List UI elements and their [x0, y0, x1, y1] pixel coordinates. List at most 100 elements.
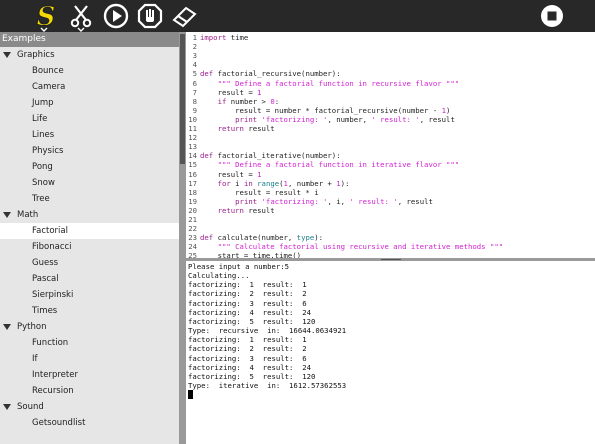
tree-item-getsoundlist[interactable]: Getsoundlist [0, 415, 179, 431]
line-number: 18 [188, 187, 197, 197]
tree-category-label: Sound [17, 402, 44, 412]
expander-triangle-icon[interactable] [3, 404, 11, 410]
tree-item-fibonacci[interactable]: Fibonacci [0, 239, 179, 255]
sidebar-header: Examples [0, 32, 179, 47]
tree-item-sierpinski[interactable]: Sierpinski [0, 287, 179, 303]
tree-item-bounce[interactable]: Bounce [0, 63, 179, 79]
code-line[interactable]: 18 result = result * i [186, 188, 595, 197]
line-number: 9 [192, 105, 197, 115]
expander-triangle-icon[interactable] [3, 324, 11, 330]
tree-item-function[interactable]: Function [0, 335, 179, 351]
console-line: factorizing: 1 result: 1 [188, 335, 307, 345]
splitter-grip[interactable] [381, 259, 401, 260]
line-number: 23 [188, 233, 197, 243]
stop-hand-icon[interactable] [136, 2, 164, 30]
tree-item-camera[interactable]: Camera [0, 79, 179, 95]
code-line[interactable]: 8 if number > 0: [186, 97, 595, 106]
code-text: def factorial_recursive(number): [200, 69, 341, 79]
console-line: Type: iterative in: 1612.57362553 [188, 380, 347, 390]
tree-category-graphics[interactable]: Graphics [0, 47, 179, 63]
code-text: """ Define a factorial function in itera… [217, 160, 460, 170]
console-line: factorizing: 2 result: 2 [188, 289, 307, 299]
sidebar-scrollbar-thumb[interactable] [180, 34, 185, 164]
code-text: result = number * factorial_recursive(nu… [200, 105, 451, 115]
code-editor[interactable]: 1 import time 2 3 4 5 def factorial_recursive(… [186, 32, 595, 258]
line-number: 19 [188, 196, 197, 206]
sugar-s-icon[interactable]: S [32, 2, 60, 30]
line-number: 11 [188, 124, 197, 133]
tree-item-physics[interactable]: Physics [0, 143, 179, 159]
code-line[interactable]: 24 """ Calculate factorial using recursi… [186, 242, 595, 251]
code-text: def factorial_iterative(number): [200, 151, 341, 161]
code-line[interactable]: 6 """ Define a factorial function in rec… [186, 79, 595, 88]
console-line: factorizing: 3 result: 6 [188, 353, 307, 363]
code-line[interactable]: 20 return result [186, 206, 595, 215]
code-line[interactable]: 14 def factorial_iterative(number): [186, 151, 595, 160]
tree-item-if[interactable]: If [0, 351, 179, 367]
tree-category-math[interactable]: Math [0, 207, 179, 223]
line-number: 22 [188, 224, 197, 234]
code-text: start = time.time() [200, 251, 302, 258]
line-number: 17 [188, 178, 197, 188]
code-line[interactable]: 10 print 'factorizing: ', number, ' resu… [186, 115, 595, 124]
code-line[interactable]: 11 return result [186, 124, 595, 133]
console-output[interactable]: Please input a number:5 Calculating... fac… [186, 261, 595, 444]
code-line[interactable]: 22 [186, 224, 595, 233]
tree-item-factorial[interactable]: Factorial [0, 223, 179, 239]
tree-item-snow[interactable]: Snow [0, 175, 179, 191]
code-line[interactable]: 7 result = 1 [186, 88, 595, 97]
code-line[interactable]: 9 result = number * factorial_recursive(… [186, 106, 595, 115]
code-text: print 'factorizing: ', number, ' result:… [235, 114, 455, 124]
code-line[interactable]: 2 [186, 42, 595, 51]
code-line[interactable]: 15 """ Define a factorial function in it… [186, 160, 595, 169]
text-cursor [188, 390, 193, 400]
tree-item-recursion[interactable]: Recursion [0, 383, 179, 399]
expander-triangle-icon[interactable] [3, 212, 11, 218]
tree-item-pong[interactable]: Pong [0, 159, 179, 175]
tree-item-times[interactable]: Times [0, 303, 179, 319]
code-line[interactable]: 3 [186, 51, 595, 60]
eraser-icon[interactable] [170, 2, 198, 30]
line-number: 1 [192, 33, 197, 42]
console-line: factorizing: 3 result: 6 [188, 298, 307, 308]
code-text: """ Calculate factorial using recursive … [217, 242, 504, 252]
line-number: 6 [192, 78, 197, 88]
tree-item-tree[interactable]: Tree [0, 191, 179, 207]
code-line[interactable]: 13 [186, 142, 595, 151]
console-line: factorizing: 5 result: 120 [188, 371, 316, 381]
line-number: 21 [188, 215, 197, 224]
console-line: factorizing: 1 result: 1 [188, 280, 307, 290]
stop-icon[interactable] [538, 2, 566, 30]
code-text: result = 1 [200, 169, 262, 179]
tree-item-pascal[interactable]: Pascal [0, 271, 179, 287]
tree-item-jump[interactable]: Jump [0, 95, 179, 111]
code-text: return result [217, 124, 275, 133]
expander-triangle-icon[interactable] [3, 52, 11, 58]
code-line[interactable]: 21 [186, 215, 595, 224]
code-line[interactable]: 1 import time [186, 33, 595, 42]
line-number: 15 [188, 160, 197, 170]
code-line[interactable]: 16 result = 1 [186, 170, 595, 179]
code-line[interactable]: 4 [186, 60, 595, 69]
tree-item-guess[interactable]: Guess [0, 255, 179, 271]
code-text: print 'factorizing: ', i, ' result: ', r… [235, 196, 433, 206]
sidebar-scrollbar[interactable] [179, 32, 186, 444]
code-line[interactable]: 19 print 'factorizing: ', i, ' result: '… [186, 197, 595, 206]
play-icon[interactable] [102, 2, 130, 30]
code-line[interactable]: 5 def factorial_recursive(number): [186, 69, 595, 78]
line-number: 24 [188, 242, 197, 252]
toolbar: S [0, 0, 595, 32]
code-line[interactable]: 23 def calculate(number, type): [186, 233, 595, 242]
scissors-icon[interactable] [67, 2, 95, 30]
code-line[interactable]: 12 [186, 133, 595, 142]
tree-category-sound[interactable]: Sound [0, 399, 179, 415]
tree-category-python[interactable]: Python [0, 319, 179, 335]
line-number: 12 [188, 133, 197, 143]
code-line[interactable]: 25 start = time.time() [186, 251, 595, 258]
code-text: for i in range(1, number + 1): [217, 178, 350, 188]
tree-item-lines[interactable]: Lines [0, 127, 179, 143]
examples-sidebar: Examples Graphics Bounce Camera Jump Lif… [0, 32, 179, 444]
code-line[interactable]: 17 for i in range(1, number + 1): [186, 179, 595, 188]
tree-item-life[interactable]: Life [0, 111, 179, 127]
tree-item-interpreter[interactable]: Interpreter [0, 367, 179, 383]
